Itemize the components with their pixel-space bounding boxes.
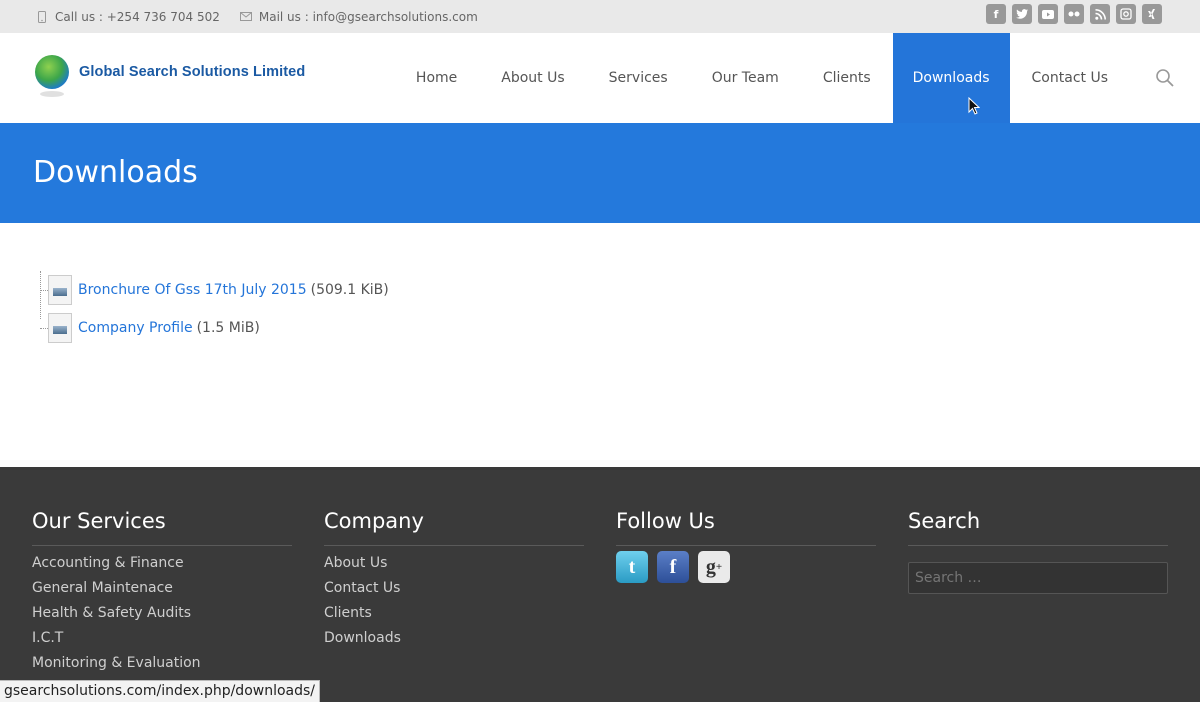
download-link[interactable]: Company Profile (78, 320, 193, 336)
site-header: Global Search Solutions Limited Home Abo… (0, 33, 1200, 123)
social-links: f (980, 4, 1162, 24)
document-icon (48, 313, 72, 343)
xing-icon[interactable] (1142, 4, 1162, 24)
facebook-icon[interactable]: f (657, 551, 689, 583)
footer-link[interactable]: Clients (324, 601, 584, 626)
download-link[interactable]: Bronchure Of Gss 17th July 2015 (78, 282, 307, 298)
nav-our-team[interactable]: Our Team (690, 33, 801, 123)
twitter-icon[interactable]: t (616, 551, 648, 583)
header-search-button[interactable] (1130, 33, 1200, 123)
mouse-cursor-icon (968, 97, 980, 115)
page-title: Downloads (33, 155, 198, 190)
google-plus-icon[interactable]: g + (698, 551, 730, 583)
document-icon (48, 275, 72, 305)
phone-text: Call us : +254 736 704 502 (55, 9, 220, 24)
globe-logo-icon (35, 55, 69, 97)
footer-link[interactable]: Accounting & Finance (32, 551, 292, 576)
footer-heading: Our Services (32, 509, 292, 546)
footer-link[interactable]: About Us (324, 551, 584, 576)
mail-icon (239, 11, 252, 23)
footer-link[interactable]: Health & Safety Audits (32, 601, 292, 626)
footer-follow: Follow Us t f g + (616, 509, 876, 583)
footer-link[interactable]: Contact Us (324, 576, 584, 601)
nav-downloads[interactable]: Downloads (892, 33, 1010, 123)
footer-services: Our Services Accounting & Finance Genera… (32, 509, 292, 676)
nav-services[interactable]: Services (587, 33, 690, 123)
flickr-icon[interactable] (1064, 4, 1084, 24)
search-icon (1156, 69, 1174, 87)
footer-heading: Follow Us (616, 509, 876, 546)
footer-heading: Company (324, 509, 584, 546)
nav-clients[interactable]: Clients (801, 33, 893, 123)
page-title-band: Downloads (0, 123, 1200, 223)
top-bar: Call us : +254 736 704 502 Mail us : inf… (0, 0, 1200, 33)
site-name: Global Search Solutions Limited (79, 64, 306, 80)
twitter-icon[interactable] (1012, 4, 1032, 24)
footer-company: Company About Us Contact Us Clients Down… (324, 509, 584, 651)
file-size: (1.5 MiB) (196, 320, 260, 336)
footer-link[interactable]: I.C.T (32, 626, 292, 651)
contact-info: Call us : +254 736 704 502 Mail us : inf… (36, 0, 498, 33)
follow-icons: t f g + (616, 551, 876, 583)
footer-search: Search (908, 509, 1168, 594)
nav-about-us[interactable]: About Us (479, 33, 586, 123)
nav-home[interactable]: Home (394, 33, 479, 123)
footer-heading: Search (908, 509, 1168, 546)
footer-link[interactable]: Downloads (324, 626, 584, 651)
footer-link[interactable]: General Maintenace (32, 576, 292, 601)
phone-icon (36, 10, 48, 23)
phone-info: Call us : +254 736 704 502 (36, 10, 220, 24)
main-content: Bronchure Of Gss 17th July 2015 (509.1 K… (0, 223, 1200, 467)
download-item: Bronchure Of Gss 17th July 2015 (509.1 K… (38, 271, 389, 309)
youtube-icon[interactable] (1038, 4, 1058, 24)
tree-branch (40, 327, 48, 329)
footer-search-input[interactable] (908, 562, 1168, 594)
footer-link[interactable]: Monitoring & Evaluation (32, 651, 292, 676)
download-item: Company Profile (1.5 MiB) (38, 309, 389, 347)
instagram-icon[interactable] (1116, 4, 1136, 24)
rss-icon[interactable] (1090, 4, 1110, 24)
tree-branch (40, 289, 48, 291)
nav-contact-us[interactable]: Contact Us (1010, 33, 1130, 123)
mail-info: Mail us : info@gsearchsolutions.com (239, 10, 478, 24)
facebook-icon[interactable]: f (986, 4, 1006, 24)
site-logo[interactable]: Global Search Solutions Limited (35, 55, 306, 97)
browser-status-url: gsearchsolutions.com/index.php/downloads… (0, 680, 321, 702)
main-nav: Home About Us Services Our Team Clients … (394, 33, 1200, 123)
file-size: (509.1 KiB) (310, 282, 389, 298)
site-footer: Our Services Accounting & Finance Genera… (0, 467, 1200, 702)
mail-text[interactable]: Mail us : info@gsearchsolutions.com (259, 10, 478, 24)
downloads-tree: Bronchure Of Gss 17th July 2015 (509.1 K… (38, 271, 389, 347)
